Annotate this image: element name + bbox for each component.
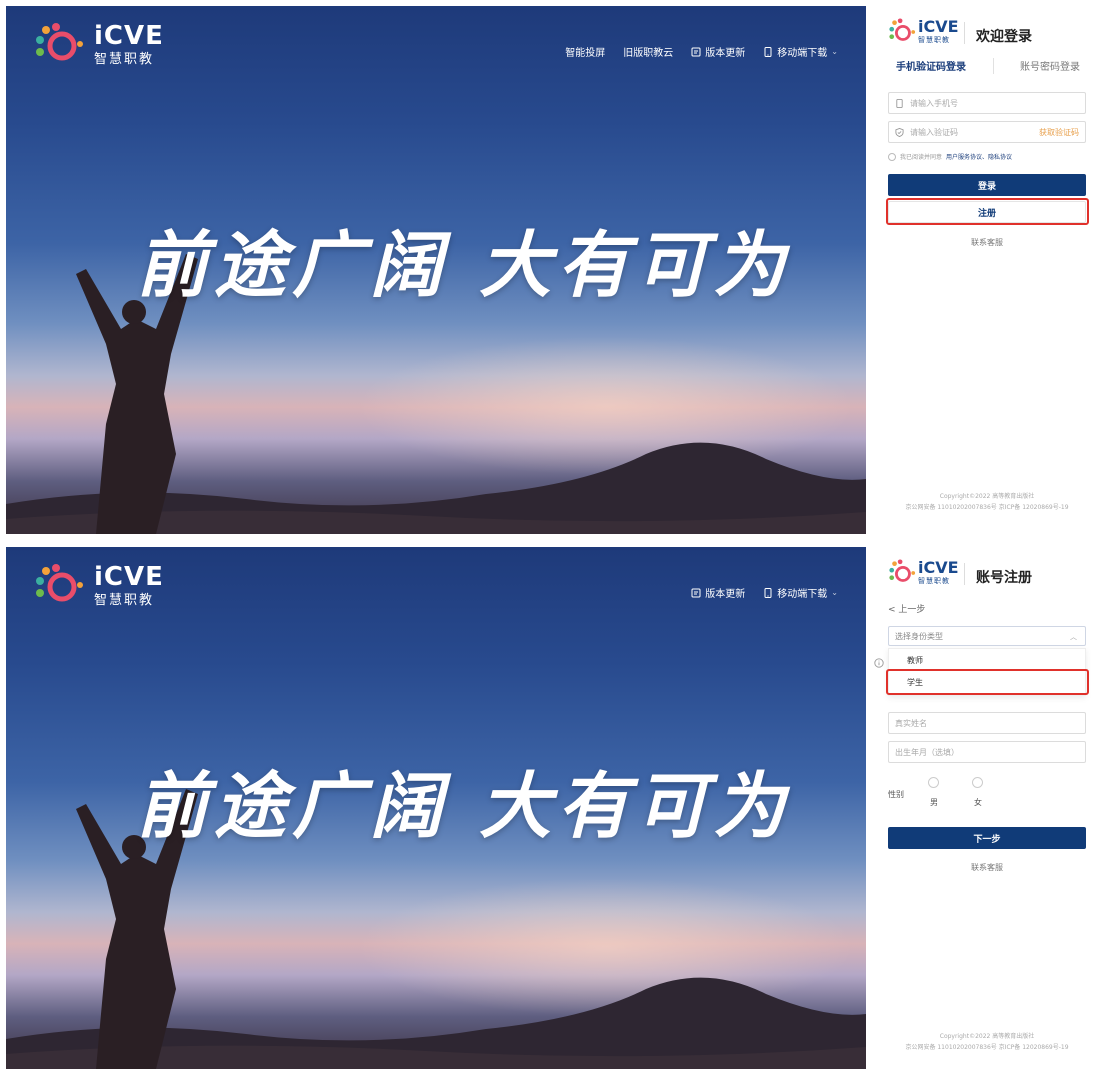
nav-label: 版本更新 [705,589,746,600]
update-icon [691,47,701,56]
option-teacher[interactable]: 教师 [889,649,1085,671]
nav-old-cloud[interactable]: 旧版职教云 [623,44,673,59]
register-button[interactable]: 注册 [888,201,1086,223]
login-screen: 前途广阔 大有可为 iCVE 智慧职教 智能投屏 旧版职教云 版本更新 移动端下… [0,0,1108,534]
female-label: 女 [974,798,982,807]
tab-separator [992,58,994,74]
hero-banner: 前途广阔 大有可为 iCVE 智慧职教 版本更新 移动端下载 ⌄ [6,547,866,1069]
login-button[interactable]: 登录 [888,174,1086,196]
site-logo[interactable]: iCVE 智慧职教 [34,21,174,67]
phone-field[interactable]: 请输入手机号 [888,92,1086,114]
icp-text: 京公网安备 11010202007836号 京ICP备 12020869号-19 [905,504,1069,511]
logo-subtext: 智慧职教 [918,577,950,585]
code-placeholder: 请输入验证码 [910,127,958,137]
login-sidebar: iCVE 智慧职教 欢迎登录 手机验证码登录 账号密码登录 请输入手机号 请输入… [866,0,1108,534]
site-logo[interactable]: iCVE 智慧职教 [34,562,174,608]
back-link[interactable]: < 上一步 [888,602,925,615]
get-code-button[interactable]: 获取验证码 [1039,127,1079,138]
nav-smart-cast[interactable]: 智能投屏 [565,44,605,59]
phone-placeholder: 请输入手机号 [910,98,958,108]
male-label: 男 [930,798,938,807]
info-icon [874,658,884,668]
gender-group: 性别 男 女 [888,773,1086,817]
logo-mark-icon [36,23,83,61]
logo-text: iCVE [918,17,959,36]
chevron-up-icon: ︿ [1070,633,1077,641]
contact-service-link[interactable]: 联系客服 [888,862,1086,873]
hero-slogan: 前途广阔 大有可为 [136,763,792,848]
divider [964,563,965,585]
verification-code-field[interactable]: 请输入验证码 获取验证码 [888,121,1086,143]
copyright-text: Copyright©2022 高等教育出版社 [939,493,1035,500]
hero-banner: 前途广阔 大有可为 iCVE 智慧职教 智能投屏 旧版职教云 版本更新 移动端下… [6,6,866,534]
icp-text: 京公网安备 11010202007836号 京ICP备 12020869号-19 [905,1044,1069,1051]
nav-label: 智能投屏 [565,48,606,59]
mobile-icon [764,46,772,57]
nav-version-update[interactable]: 版本更新 [691,585,745,600]
tab-password-login[interactable]: 账号密码登录 [1012,58,1088,74]
name-placeholder: 真实姓名 [895,718,927,728]
select-placeholder: 选择身份类型 [895,631,943,641]
footer: Copyright©2022 高等教育出版社 京公网安备 11010202007… [866,1031,1108,1053]
birth-date-field[interactable]: 出生年月（选填） [888,741,1086,763]
logo-subtext: 智慧职教 [94,593,155,608]
contact-service-link[interactable]: 联系客服 [888,237,1086,248]
nav-version-update[interactable]: 版本更新 [691,44,745,59]
logo-text: iCVE [94,21,164,51]
agreement-links[interactable]: 用户服务协议、隐私协议 [946,152,1012,161]
tab-sms-login[interactable]: 手机验证码登录 [888,58,974,74]
identity-type-select[interactable]: 选择身份类型 ︿ [888,626,1086,646]
nav-mobile-download[interactable]: 移动端下载 ⌄ [763,585,838,600]
agreement-text: 我已阅读并同意 [900,154,943,161]
agreement-checkbox[interactable] [888,152,896,161]
identity-dropdown: 教师 学生 [888,648,1086,696]
nav-label: 移动端下载 [777,589,828,600]
login-heading: 欢迎登录 [976,29,1032,45]
sidebar-logo: iCVE 智慧职教 [888,18,960,48]
hero-slogan: 前途广阔 大有可为 [136,222,792,307]
gender-label: 性别 [888,790,904,799]
top-nav: 版本更新 移动端下载 ⌄ [691,585,838,600]
chevron-down-icon: ⌄ [831,588,838,597]
female-radio[interactable] [972,777,983,788]
nav-label: 旧版职教云 [623,48,674,59]
male-radio[interactable] [928,777,939,788]
register-sidebar: iCVE 智慧职教 账号注册 < 上一步 选择身份类型 ︿ 教师 学生 真实姓名… [866,541,1108,1069]
copyright-text: Copyright©2022 高等教育出版社 [939,1033,1035,1040]
top-nav: 智能投屏 旧版职教云 版本更新 移动端下载 ⌄ [565,44,838,59]
logo-mark-icon [889,559,916,582]
logo-mark-icon [36,564,83,602]
logo-subtext: 智慧职教 [918,36,950,44]
register-screen: 前途广阔 大有可为 iCVE 智慧职教 版本更新 移动端下载 ⌄ iCVE 智慧… [0,541,1108,1069]
real-name-field[interactable]: 真实姓名 [888,712,1086,734]
agreement-row: 我已阅读并同意 用户服务协议、隐私协议 [888,152,1012,161]
register-heading: 账号注册 [976,570,1032,586]
birth-placeholder: 出生年月（选填） [895,747,959,757]
chevron-down-icon: ⌄ [831,47,838,56]
shield-icon [895,127,904,137]
nav-mobile-download[interactable]: 移动端下载 ⌄ [763,44,838,59]
logo-text: iCVE [94,562,164,592]
phone-icon [896,98,903,108]
next-step-button[interactable]: 下一步 [888,827,1086,849]
footer: Copyright©2022 高等教育出版社 京公网安备 11010202007… [866,491,1108,513]
update-icon [691,588,701,597]
logo-text: iCVE [918,558,959,577]
divider [964,22,965,44]
logo-mark-icon [889,18,916,41]
nav-label: 移动端下载 [777,48,828,59]
option-student[interactable]: 学生 [889,671,1085,693]
logo-subtext: 智慧职教 [94,52,155,67]
nav-label: 版本更新 [705,48,746,59]
mobile-icon [764,587,772,598]
sidebar-logo: iCVE 智慧职教 [888,559,960,589]
login-tabs: 手机验证码登录 账号密码登录 [888,58,1088,74]
